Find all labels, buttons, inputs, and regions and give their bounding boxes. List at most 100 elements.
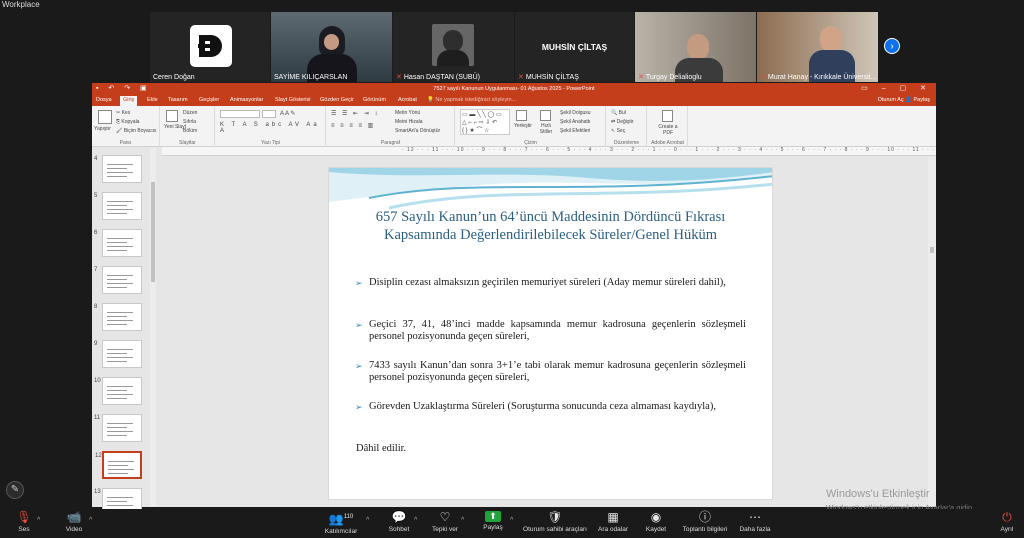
replace-button[interactable]: ⇄ Değiştir (611, 119, 634, 125)
pdf-icon[interactable] (662, 110, 673, 122)
slide-number: 11 (94, 415, 101, 421)
chevron-up-icon[interactable]: ^ (510, 517, 513, 524)
top-bar: Workplace (0, 0, 1024, 12)
thumbnail-text-line (107, 435, 127, 436)
lightbulb-icon: 💡 (427, 97, 434, 103)
tab-animations[interactable]: Animasyonlar (230, 97, 263, 103)
tell-me-search[interactable]: 💡 Ne yapmak istediğinizi söyleyin... (427, 97, 516, 103)
mic-off-icon: ✕ (396, 74, 402, 81)
tab-review[interactable]: Gözden Geçir (320, 97, 354, 103)
slide-thumbnail[interactable]: 7 (94, 266, 142, 294)
slide-thumbnail[interactable]: 5 (94, 192, 142, 220)
gallery-next-icon[interactable]: › (884, 38, 900, 54)
font-style-buttons[interactable]: K T A S abc AV Aa A (220, 122, 325, 134)
tab-acrobat[interactable]: Acrobat (398, 97, 417, 103)
thumbnail-text-line (107, 431, 133, 432)
create-pdf-button[interactable]: Create a PDF (654, 124, 682, 136)
reactions-button[interactable]: ♡ Tepki ver (430, 511, 460, 534)
shape-outline-button[interactable]: Şekil Anahattı (560, 119, 591, 125)
arrange-button[interactable]: Yerleştir (514, 123, 532, 129)
font-name-field[interactable] (220, 110, 260, 118)
meeting-info-button[interactable]: ⓘ Toplantı bilgileri (680, 511, 730, 534)
host-tools-button[interactable]: 🛡 Oturum sahibi araçları (520, 511, 590, 534)
participant-tile-turgay[interactable]: ✕ Turgay Delialioglu (635, 12, 756, 82)
slide-thumbnail[interactable]: 6 (94, 229, 142, 257)
slide-thumbnail[interactable]: 9 (94, 340, 142, 368)
window-controls[interactable]: ▭ – ▢ ✕ (861, 84, 932, 92)
slide-thumbnail[interactable]: 8 (94, 303, 142, 331)
participant-tile-ceren[interactable]: Ceren Doğan (150, 12, 270, 82)
arrange-icon[interactable] (516, 110, 527, 121)
chat-button[interactable]: 💬 Sohbet (386, 511, 412, 534)
font-size-field[interactable] (262, 110, 276, 118)
thumbnail-text-line (107, 242, 127, 243)
participant-tile-hasan[interactable]: ✕ Hasan DAŞTAN (SUBÜ) (393, 12, 514, 82)
slide-thumbnail[interactable]: 11 (94, 414, 142, 442)
slide-thumbnail[interactable]: 12 (95, 451, 142, 479)
arrow-bullet-icon: ➢ (355, 402, 363, 412)
tab-file[interactable]: Dosya (96, 97, 112, 103)
participants-button[interactable]: 👥110 Katılımcılar (320, 511, 362, 536)
editor-scrollbar[interactable] (928, 157, 936, 507)
layout-button[interactable]: Düzen (183, 110, 197, 116)
record-button[interactable]: ◉ Kaydet (642, 511, 670, 534)
list-buttons[interactable]: ☰ ☰ ⇤ ⇥ ↕ (331, 110, 379, 117)
tab-home[interactable]: Giriş (120, 96, 138, 106)
new-slide-icon[interactable] (166, 110, 178, 122)
share-screen-button[interactable]: ⬆ Paylaş (480, 511, 506, 531)
shape-effects-button[interactable]: Şekil Efektleri (560, 128, 590, 134)
chevron-up-icon[interactable]: ^ (89, 517, 92, 524)
tab-design[interactable]: Tasarım (168, 97, 188, 103)
leave-button[interactable]: ⏻ Ayrıl (996, 511, 1018, 534)
mic-off-icon: 🎙 (16, 510, 32, 524)
select-button[interactable]: ↖ Seç (611, 128, 625, 134)
quick-styles-button[interactable]: Hızlı Stiller (536, 123, 556, 135)
mute-button[interactable]: 🎙 Ses (14, 510, 34, 534)
thumbnail-text-line (107, 238, 133, 239)
align-text-button[interactable]: Metni Hizala (395, 119, 423, 125)
paste-button[interactable]: Yapıştır (94, 126, 111, 132)
slide-thumbnail[interactable]: 4 (94, 155, 142, 183)
section-button[interactable]: Bölüm (183, 128, 197, 134)
find-button[interactable]: 🔍 Bul (611, 110, 626, 116)
more-button[interactable]: ⋯ Daha fazla (738, 510, 772, 534)
chevron-up-icon[interactable]: ^ (37, 517, 40, 524)
shapes-gallery[interactable]: ▭ ▬ ╲ ╲ ◯ ▭ △ ⌐ ⌐ ⇨ ⇩ ↶{ } ★ ⌒ ☆ (460, 109, 510, 135)
current-slide[interactable]: 657 Sayılı Kanun’un 64’üncü Maddesinin D… (328, 167, 773, 500)
scroll-thumb[interactable] (930, 247, 934, 253)
cut-button[interactable]: ✂ Kes (116, 110, 130, 116)
font-size-buttons[interactable]: A A ✎ (280, 110, 295, 117)
thumbnail-text-line (107, 390, 127, 391)
breakout-rooms-button[interactable]: ▦ Ara odalar (596, 511, 630, 534)
paste-icon[interactable] (98, 110, 112, 124)
chevron-up-icon[interactable]: ^ (414, 517, 417, 524)
thumbnails-scrollbar[interactable] (150, 147, 156, 507)
smartart-button[interactable]: SmartArt'a Dönüştür (395, 128, 440, 134)
participant-gallery: Ceren Doğan SAYİME KILIÇARSLAN ✕ Hasan DA… (150, 12, 880, 82)
more-icon: ⋯ (749, 510, 761, 524)
chevron-up-icon[interactable]: ^ (461, 517, 464, 524)
account-area[interactable]: Oturum Aç 👤 Paylaş (878, 97, 930, 103)
participant-tile-sayime[interactable]: SAYİME KILIÇARSLAN (271, 12, 392, 82)
text-direction-button[interactable]: Metin Yönü (395, 110, 420, 116)
chevron-up-icon[interactable]: ^ (366, 517, 369, 524)
shape-fill-button[interactable]: Şekil Dolgusu (560, 110, 591, 116)
annotate-pen-icon[interactable]: ✎ (6, 481, 24, 499)
tab-insert[interactable]: Ekle (147, 97, 158, 103)
reset-button[interactable]: Sıfırla (183, 119, 196, 125)
scroll-thumb[interactable] (151, 182, 155, 282)
format-painter-button[interactable]: 🖌 Biçim Boyacısı (116, 128, 157, 134)
participant-tile-murat[interactable]: ✕ Murat Hanay - Kırıkkale Üniversit... (757, 12, 878, 82)
align-buttons[interactable]: ≡ ≡ ≡ ≡ ▥ (331, 122, 375, 129)
copy-button[interactable]: ⎘ Kopyala (116, 119, 139, 125)
slide-number: 6 (94, 230, 98, 236)
quick-styles-icon[interactable] (540, 110, 551, 121)
ribbon-group-slides: Yeni Slayt Düzen Sıfırla Bölüm Slaytlar (161, 106, 215, 147)
slide-thumbnail[interactable]: 10 (94, 377, 142, 405)
tab-view[interactable]: Görünüm (363, 97, 386, 103)
video-button[interactable]: 📹 Video (62, 511, 86, 534)
slide-number: 10 (94, 378, 101, 384)
tab-slideshow[interactable]: Slayt Gösterisi (275, 97, 310, 103)
tab-transitions[interactable]: Geçişler (199, 97, 219, 103)
participant-tile-muhsin[interactable]: MUHSİN ÇİLTAŞ ✕ MUHSİN ÇİLTAŞ (515, 12, 634, 82)
